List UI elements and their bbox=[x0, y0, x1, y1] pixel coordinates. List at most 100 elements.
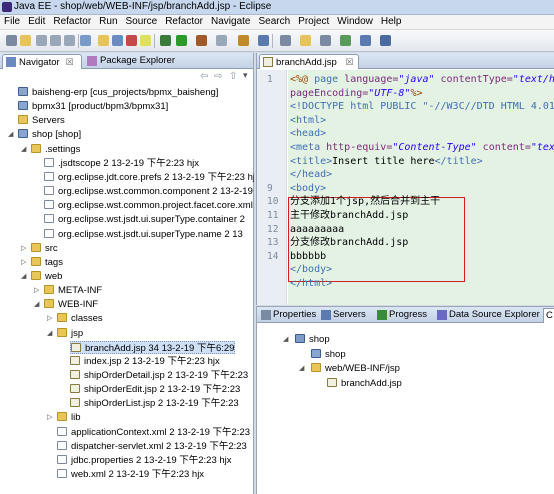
folder-icon bbox=[31, 270, 41, 280]
perspective-icon[interactable] bbox=[380, 35, 391, 46]
menu-navigate[interactable]: Navigate bbox=[207, 15, 254, 29]
server-tree-item[interactable]: web/WEB-INF/jsp bbox=[311, 362, 400, 375]
menu-run[interactable]: Run bbox=[95, 15, 121, 29]
tree-item[interactable]: lib bbox=[57, 411, 81, 424]
menu-refactor[interactable]: Refactor bbox=[161, 15, 207, 29]
tree-item[interactable]: .jsdtscope 2 13-2-19 下午2:23 hjx bbox=[44, 157, 199, 170]
tree-item[interactable]: .settings bbox=[31, 143, 80, 156]
tree-item[interactable]: jsp bbox=[57, 327, 83, 340]
run-green-icon[interactable] bbox=[176, 35, 187, 46]
tree-item-label: jdbc.properties 2 13-2-19 下午2:23 hjx bbox=[71, 454, 232, 466]
folder-open-icon[interactable] bbox=[300, 35, 311, 46]
external-tools-icon[interactable] bbox=[196, 35, 207, 46]
tree-item[interactable]: dispatcher-servlet.xml 2 13-2-19 下午2:23 bbox=[57, 440, 247, 453]
menu-refactor[interactable]: Refactor bbox=[49, 15, 95, 29]
tree-item[interactable]: Servers bbox=[18, 114, 65, 127]
expand-open-icon[interactable]: ◢ bbox=[47, 327, 52, 340]
cut-icon[interactable] bbox=[50, 35, 61, 46]
copy-icon[interactable] bbox=[64, 35, 75, 46]
expand-closed-icon[interactable]: ▷ bbox=[21, 242, 26, 255]
expand-open-icon[interactable]: ◢ bbox=[283, 333, 288, 346]
open-file-icon[interactable] bbox=[216, 35, 227, 46]
new-icon[interactable] bbox=[6, 35, 17, 46]
tree-item[interactable]: web.xml 2 13-2-19 下午2:23 hjx bbox=[57, 468, 204, 481]
tree-item[interactable]: org.eclipse.wst.jsdt.ui.superType.name 2… bbox=[44, 228, 243, 241]
open-package-icon[interactable] bbox=[238, 35, 249, 46]
close-icon[interactable]: ☒ bbox=[66, 57, 74, 67]
tree-item[interactable]: WEB-INF bbox=[44, 298, 98, 311]
tree-item[interactable]: jdbc.properties 2 13-2-19 下午2:23 hjx bbox=[57, 454, 232, 467]
tree-item[interactable]: baisheng-erp [cus_projects/bpmx_baisheng… bbox=[18, 86, 218, 99]
open-type-icon[interactable] bbox=[98, 35, 109, 46]
tree-item[interactable]: index.jsp 2 13-2-19 下午2:23 hjx bbox=[70, 355, 220, 368]
server-tree-item[interactable]: shop bbox=[295, 333, 330, 346]
tree-item[interactable]: org.eclipse.wst.common.component 2 13-2-… bbox=[44, 185, 253, 198]
menu-edit[interactable]: Edit bbox=[24, 15, 49, 29]
tree-item[interactable]: shipOrderList.jsp 2 13-2-19 下午2:23 bbox=[70, 397, 239, 410]
tree-item[interactable]: shipOrderEdit.jsp 2 13-2-19 下午2:23 bbox=[70, 383, 240, 396]
debug-icon[interactable] bbox=[126, 35, 137, 46]
forward-icon[interactable]: ⇨ bbox=[214, 71, 222, 82]
tab-c[interactable]: C bbox=[543, 308, 554, 323]
tab-navigator[interactable]: Navigator ☒ bbox=[2, 54, 82, 69]
search-icon[interactable] bbox=[112, 35, 123, 46]
tree-item[interactable]: tags bbox=[31, 256, 63, 269]
tab-package-explorer[interactable]: Package Explorer bbox=[84, 54, 180, 69]
up-icon[interactable]: ⇧ bbox=[229, 71, 237, 82]
menu-help[interactable]: Help bbox=[377, 15, 406, 29]
menu-file[interactable]: File bbox=[0, 15, 24, 29]
expand-open-icon[interactable]: ◢ bbox=[34, 298, 39, 311]
web-browser-icon[interactable] bbox=[258, 35, 269, 46]
print-icon[interactable] bbox=[36, 35, 47, 46]
expand-open-icon[interactable]: ◢ bbox=[21, 270, 26, 283]
properties-icon bbox=[261, 310, 271, 320]
tree-item[interactable]: branchAdd.jsp 34 13-2-19 下午6:29 bbox=[70, 340, 236, 354]
server-tree-item[interactable]: shop bbox=[311, 348, 346, 361]
tree-item[interactable]: org.eclipse.jdt.core.prefs 2 13-2-19 下午2… bbox=[44, 171, 254, 184]
tree-item[interactable]: applicationContext.xml 2 13-2-19 下午2:23 bbox=[57, 426, 250, 439]
tab-servers[interactable]: Servers bbox=[319, 308, 373, 323]
close-icon[interactable]: ☒ bbox=[345, 57, 353, 67]
expand-closed-icon[interactable]: ▷ bbox=[47, 312, 52, 325]
back-icon[interactable]: ⇦ bbox=[200, 71, 208, 82]
menu-source[interactable]: Source bbox=[122, 15, 162, 29]
tree-item[interactable]: src bbox=[31, 242, 58, 255]
menu-window[interactable]: Window bbox=[333, 15, 377, 29]
menu-search[interactable]: Search bbox=[254, 15, 294, 29]
globe-icon[interactable] bbox=[360, 35, 371, 46]
refresh-icon[interactable] bbox=[340, 35, 351, 46]
expand-closed-icon[interactable]: ▷ bbox=[21, 256, 26, 269]
tab-properties[interactable]: Properties bbox=[259, 308, 317, 323]
view-menu-icon[interactable]: ▾ bbox=[243, 71, 248, 81]
tree-item[interactable]: web bbox=[31, 270, 62, 283]
save-icon[interactable] bbox=[20, 35, 31, 46]
servers-icon bbox=[321, 310, 331, 320]
tree-item[interactable]: classes bbox=[57, 312, 103, 325]
tree-item[interactable]: bpmx31 [product/bpm3/bpmx31] bbox=[18, 100, 168, 113]
tree-item[interactable]: shipOrderDetail.jsp 2 13-2-19 下午2:23 bbox=[70, 369, 248, 382]
run-icon[interactable] bbox=[160, 35, 171, 46]
code-token: <title> bbox=[290, 155, 333, 167]
run-config-icon[interactable] bbox=[140, 35, 151, 46]
server-tree-item[interactable]: branchAdd.jsp bbox=[327, 377, 402, 390]
tab-data-source-explorer[interactable]: Data Source Explorer bbox=[435, 308, 541, 323]
tab-branchadd-jsp[interactable]: branchAdd.jsp ☒ bbox=[259, 54, 359, 69]
menu-project[interactable]: Project bbox=[294, 15, 333, 29]
tree-item[interactable]: shop [shop] bbox=[18, 128, 81, 141]
tree-item[interactable]: org.eclipse.wst.jsdt.ui.superType.contai… bbox=[44, 213, 245, 226]
task-icon[interactable] bbox=[320, 35, 331, 46]
pin-icon[interactable] bbox=[280, 35, 291, 46]
tree-item[interactable]: META-INF bbox=[44, 284, 102, 297]
menu-bar: File Edit Refactor Run Source Refactor Navigat… bbox=[0, 15, 554, 30]
expand-open-icon[interactable]: ◢ bbox=[21, 143, 26, 156]
expand-open-icon[interactable]: ◢ bbox=[299, 362, 304, 375]
tab-progress[interactable]: Progress bbox=[375, 308, 433, 323]
expand-open-icon[interactable]: ◢ bbox=[8, 128, 13, 141]
build-icon[interactable] bbox=[80, 35, 91, 46]
code-area[interactable]: <%@ page language="java" contentType="te… bbox=[288, 70, 554, 305]
tree-item[interactable]: org.eclipse.wst.common.project.facet.cor… bbox=[44, 199, 253, 212]
folder-icon bbox=[31, 256, 41, 266]
expand-closed-icon[interactable]: ▷ bbox=[47, 411, 52, 424]
expand-closed-icon[interactable]: ▷ bbox=[34, 284, 39, 297]
code-token: 分支修改branchAdd.jsp bbox=[290, 237, 409, 249]
